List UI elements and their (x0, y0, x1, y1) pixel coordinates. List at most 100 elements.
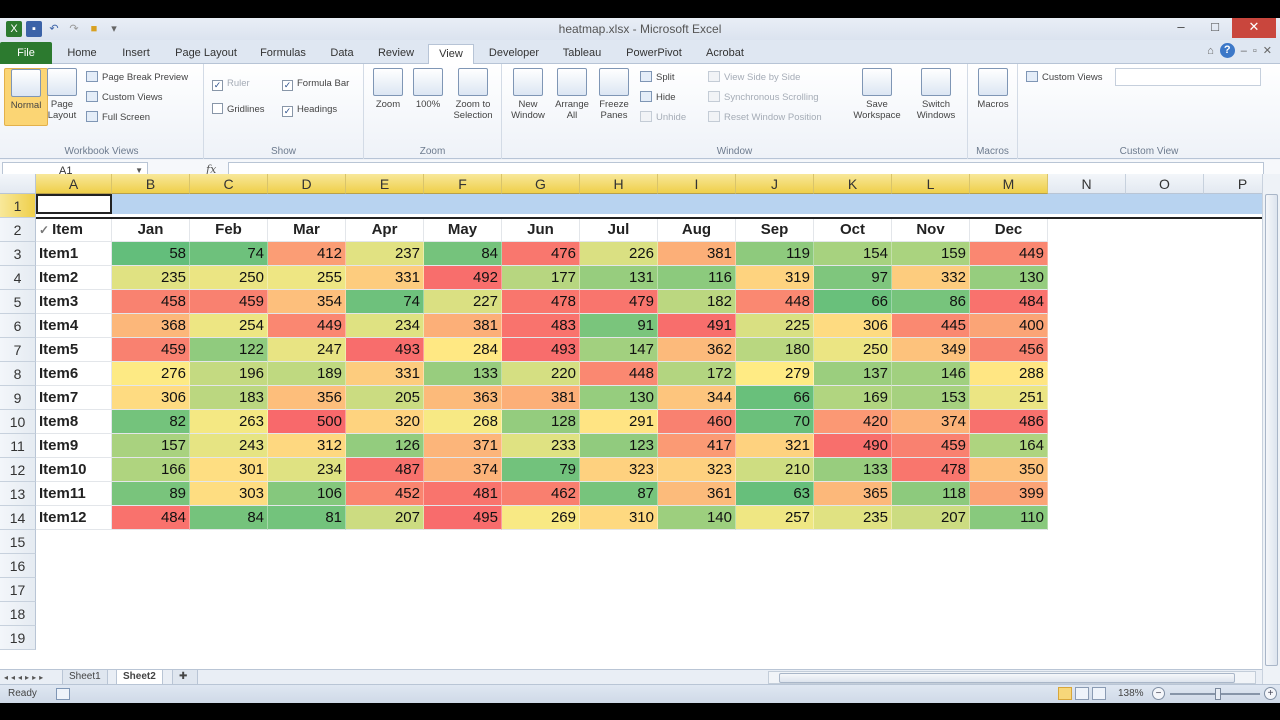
row-header-17[interactable]: 17 (0, 578, 36, 602)
heatmap-cell[interactable]: 445 (892, 314, 970, 338)
row-header-7[interactable]: 7 (0, 338, 36, 362)
heatmap-cell[interactable]: 118 (892, 482, 970, 506)
column-header-n[interactable]: N (1048, 174, 1126, 194)
heatmap-cell[interactable]: 128 (502, 410, 580, 434)
heatmap-cell[interactable]: 363 (424, 386, 502, 410)
heatmap-cell[interactable]: 243 (190, 434, 268, 458)
heatmap-cell[interactable]: 306 (112, 386, 190, 410)
heatmap-cell[interactable]: 306 (814, 314, 892, 338)
heatmap-cell[interactable]: 321 (736, 434, 814, 458)
tab-review[interactable]: Review (372, 44, 420, 64)
month-header-dec[interactable]: Dec (970, 218, 1048, 242)
heatmap-cell[interactable]: 106 (268, 482, 346, 506)
heatmap-cell[interactable]: 263 (190, 410, 268, 434)
heatmap-cell[interactable]: 276 (112, 362, 190, 386)
heatmap-cell[interactable]: 74 (190, 242, 268, 266)
heatmap-cell[interactable]: 284 (424, 338, 502, 362)
new-window-button[interactable]: New Window (506, 68, 550, 121)
normal-view-icon[interactable] (1058, 687, 1072, 700)
heatmap-cell[interactable]: 153 (892, 386, 970, 410)
tab-home[interactable]: Home (62, 44, 102, 64)
heatmap-cell[interactable]: 381 (658, 242, 736, 266)
header-item-label[interactable]: ✓ Item (36, 218, 112, 242)
heatmap-cell[interactable]: 237 (346, 242, 424, 266)
heatmap-cell[interactable]: 493 (346, 338, 424, 362)
heatmap-cell[interactable]: 166 (112, 458, 190, 482)
heatmap-cell[interactable]: 459 (190, 290, 268, 314)
heatmap-cell[interactable]: 344 (658, 386, 736, 410)
heatmap-cell[interactable]: 157 (112, 434, 190, 458)
heatmap-cell[interactable]: 478 (892, 458, 970, 482)
heatmap-cell[interactable]: 323 (580, 458, 658, 482)
heatmap-cell[interactable]: 58 (112, 242, 190, 266)
row-label[interactable]: Item6 (36, 362, 112, 386)
heatmap-cell[interactable]: 319 (736, 266, 814, 290)
tab-page-layout[interactable]: Page Layout (170, 44, 242, 64)
month-header-jun[interactable]: Jun (502, 218, 580, 242)
heatmap-cell[interactable]: 301 (190, 458, 268, 482)
heatmap-cell[interactable]: 492 (424, 266, 502, 290)
custom-views-addin-button[interactable]: Custom Views (1026, 70, 1103, 86)
sheet-tab-sheet1[interactable]: Sheet1 (62, 670, 108, 685)
heatmap-cell[interactable]: 66 (814, 290, 892, 314)
heatmap-cell[interactable]: 459 (112, 338, 190, 362)
heatmap-cell[interactable]: 159 (892, 242, 970, 266)
heatmap-cell[interactable]: 448 (580, 362, 658, 386)
heatmap-cell[interactable]: 205 (346, 386, 424, 410)
heatmap-cell[interactable]: 207 (346, 506, 424, 530)
heatmap-cell[interactable]: 381 (502, 386, 580, 410)
zoom-button[interactable]: Zoom (366, 68, 410, 110)
heatmap-cell[interactable]: 226 (580, 242, 658, 266)
close-icon[interactable]: ✕ (1232, 18, 1276, 38)
page-break-view-icon[interactable] (1092, 687, 1106, 700)
heatmap-cell[interactable]: 154 (814, 242, 892, 266)
heatmap-cell[interactable]: 225 (736, 314, 814, 338)
column-header-b[interactable]: B (112, 174, 190, 194)
hide-button[interactable]: Hide (640, 90, 676, 106)
heatmap-cell[interactable]: 130 (580, 386, 658, 410)
row-header-14[interactable]: 14 (0, 506, 36, 530)
maximize-icon[interactable]: □ (1198, 18, 1232, 38)
heatmap-cell[interactable]: 257 (736, 506, 814, 530)
heatmap-cell[interactable]: 172 (658, 362, 736, 386)
heatmap-cell[interactable]: 82 (112, 410, 190, 434)
heatmap-cell[interactable]: 303 (190, 482, 268, 506)
heatmap-cell[interactable]: 288 (970, 362, 1048, 386)
minimize-ribbon-icon[interactable]: ⌂ (1207, 45, 1214, 57)
row-label[interactable]: Item9 (36, 434, 112, 458)
headings-checkbox[interactable]: ✓ Headings (282, 102, 337, 118)
heatmap-cell[interactable]: 220 (502, 362, 580, 386)
heatmap-cell[interactable]: 320 (346, 410, 424, 434)
heatmap-cell[interactable]: 74 (346, 290, 424, 314)
heatmap-cell[interactable]: 250 (814, 338, 892, 362)
formula-bar-checkbox[interactable]: ✓ Formula Bar (282, 76, 349, 92)
heatmap-cell[interactable]: 495 (424, 506, 502, 530)
heatmap-cell[interactable]: 449 (970, 242, 1048, 266)
select-all-corner[interactable] (0, 174, 36, 194)
heatmap-cell[interactable]: 207 (892, 506, 970, 530)
heatmap-cell[interactable]: 478 (502, 290, 580, 314)
column-header-i[interactable]: I (658, 174, 736, 194)
column-header-p[interactable]: P (1204, 174, 1262, 194)
heatmap-cell[interactable]: 381 (424, 314, 502, 338)
heatmap-cell[interactable]: 291 (580, 410, 658, 434)
heatmap-cell[interactable]: 130 (970, 266, 1048, 290)
row-header-13[interactable]: 13 (0, 482, 36, 506)
column-header-a[interactable]: A (36, 174, 112, 194)
heatmap-cell[interactable]: 255 (268, 266, 346, 290)
heatmap-cell[interactable]: 86 (892, 290, 970, 314)
column-header-e[interactable]: E (346, 174, 424, 194)
heatmap-cell[interactable]: 189 (268, 362, 346, 386)
heatmap-cell[interactable]: 493 (502, 338, 580, 362)
heatmap-cell[interactable]: 490 (814, 434, 892, 458)
heatmap-cell[interactable]: 484 (112, 506, 190, 530)
unhide-button[interactable]: Unhide (640, 110, 686, 126)
heatmap-cell[interactable]: 374 (892, 410, 970, 434)
heatmap-cell[interactable]: 79 (502, 458, 580, 482)
heatmap-cell[interactable]: 417 (658, 434, 736, 458)
row-header-3[interactable]: 3 (0, 242, 36, 266)
heatmap-cell[interactable]: 133 (814, 458, 892, 482)
row-label[interactable]: Item5 (36, 338, 112, 362)
heatmap-cell[interactable]: 400 (970, 314, 1048, 338)
tab-acrobat[interactable]: Acrobat (698, 44, 752, 64)
